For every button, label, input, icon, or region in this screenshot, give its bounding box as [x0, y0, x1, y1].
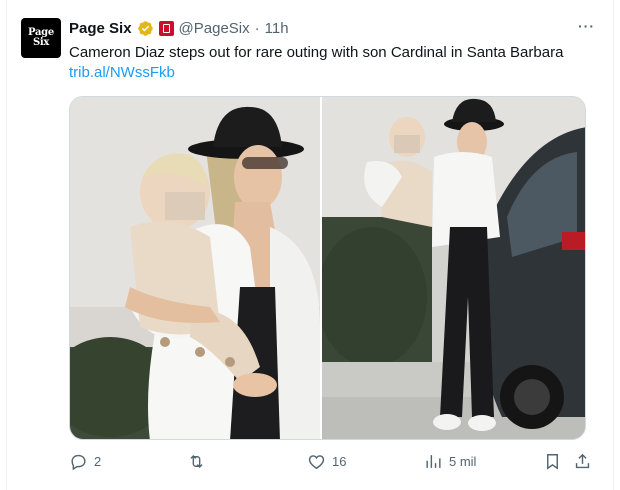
verified-badge-icon[interactable] [137, 20, 154, 37]
photo-2[interactable] [322, 97, 585, 439]
repost-button[interactable] [187, 452, 212, 471]
media-grid[interactable] [69, 96, 586, 440]
reply-button[interactable]: 2 [69, 452, 101, 471]
action-bar: 2 16 5 mil [69, 452, 592, 476]
share-button[interactable] [573, 452, 592, 471]
tweet-header: Page Six @PageSix · 11h [69, 17, 289, 39]
timestamp[interactable]: 11h [265, 20, 289, 37]
views-count: 5 mil [449, 454, 477, 469]
author-handle[interactable]: @PageSix [179, 20, 250, 37]
bookmark-button[interactable] [543, 452, 562, 471]
views-icon [426, 455, 441, 468]
bookmark-icon [547, 454, 558, 470]
tweet-card[interactable]: Page Six Page Six @PageSix · 11h ··· Cam… [6, 0, 614, 490]
reply-count: 2 [94, 454, 102, 469]
share-icon [575, 453, 590, 469]
views-button[interactable]: 5 mil [424, 452, 476, 471]
author-name[interactable]: Page Six [69, 20, 132, 37]
more-icon[interactable]: ··· [578, 18, 595, 34]
reply-icon [71, 454, 86, 471]
photo-2-image [322, 97, 585, 439]
tweet-text: Cameron Diaz steps out for rare outing w… [69, 44, 564, 61]
separator-dot: · [254, 19, 260, 37]
tweet-link[interactable]: trib.al/NWssFkb [69, 63, 175, 83]
like-icon [308, 455, 325, 470]
like-count: 16 [332, 454, 347, 469]
like-button[interactable]: 16 [307, 452, 346, 471]
photo-1[interactable] [70, 97, 320, 439]
photo-1-image [70, 97, 320, 439]
repost-icon [190, 454, 203, 469]
avatar-text-line2: Six [32, 37, 50, 48]
affiliate-badge-icon[interactable] [158, 20, 174, 36]
avatar[interactable]: Page Six [21, 18, 61, 58]
